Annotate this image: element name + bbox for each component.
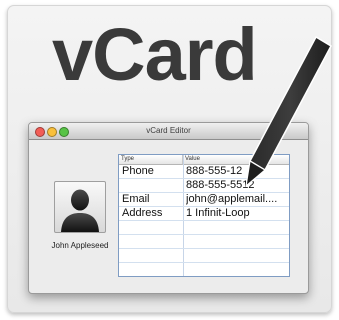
pencil-icon [245, 35, 332, 188]
